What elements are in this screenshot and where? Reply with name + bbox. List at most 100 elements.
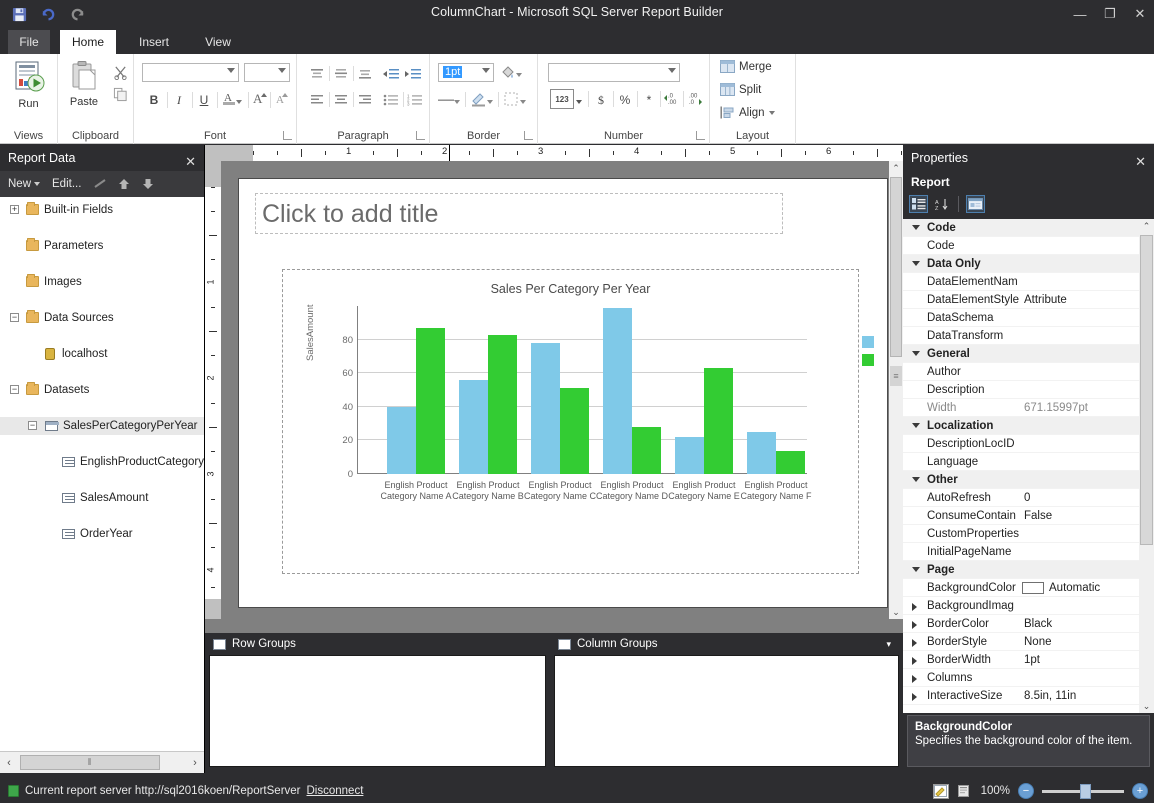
property-category-code[interactable]: Code (903, 219, 1139, 237)
move-up-icon[interactable] (117, 177, 131, 191)
bar-series2-cat2[interactable] (488, 334, 517, 474)
thousands-button[interactable]: * (639, 90, 659, 110)
underline-button[interactable]: U (194, 90, 214, 110)
property-row-initialpagename[interactable]: InitialPageName (903, 543, 1139, 561)
tree-item-data-sources[interactable]: − Data Sources (0, 309, 204, 327)
column-groups-menu-icon[interactable]: ▾ (886, 639, 891, 650)
percent-button[interactable]: % (615, 90, 635, 110)
tree-item-field-englishproductcategoryname[interactable]: EnglishProductCategoryName (0, 453, 204, 471)
border-style-select[interactable]: 1pt (438, 63, 494, 82)
scroll-up-icon[interactable]: ⌃ (1139, 219, 1154, 233)
expander-icon[interactable]: − (28, 421, 37, 430)
close-button[interactable]: ✕ (1132, 6, 1148, 22)
scroll-down-icon[interactable]: ⌄ (1139, 699, 1154, 713)
property-row-dataelementstyle[interactable]: DataElementStyle Attribute (903, 291, 1139, 309)
scroll-left-icon[interactable]: ‹ (0, 752, 18, 773)
bar-series1-cat3[interactable] (531, 343, 560, 474)
tree-item-images[interactable]: Images (0, 273, 204, 291)
expander-icon[interactable]: − (10, 313, 19, 322)
number-chevron-down-icon[interactable] (575, 92, 583, 112)
bullet-list-button[interactable] (381, 90, 401, 110)
design-vertical-scrollbar[interactable]: ⌃ ≡ ⌄ (889, 161, 903, 619)
align-middle-button[interactable] (331, 64, 351, 84)
design-view-icon[interactable] (932, 783, 949, 799)
property-row-consumecontainerwhitespace[interactable]: ConsumeContain False (903, 507, 1139, 525)
move-down-icon[interactable] (141, 177, 155, 191)
property-value[interactable]: 8.5in, 11in (1024, 687, 1136, 705)
scroll-right-icon[interactable]: › (186, 752, 204, 773)
expander-icon[interactable] (912, 351, 920, 356)
property-row-backgroundimage[interactable]: BackgroundImag (903, 597, 1139, 615)
expander-icon[interactable] (912, 603, 917, 611)
alphabetical-icon[interactable]: AZ (932, 195, 951, 213)
property-row-autorefresh[interactable]: AutoRefresh 0 (903, 489, 1139, 507)
bar-series2-cat4[interactable] (632, 427, 661, 474)
expander-icon[interactable] (912, 621, 917, 629)
align-menu-button[interactable]: Align (720, 106, 775, 119)
border-dotted-icon[interactable] (501, 89, 521, 109)
property-row-datatransform[interactable]: DataTransform (903, 327, 1139, 345)
property-value[interactable]: Attribute (1024, 291, 1136, 309)
border-dialog-launcher[interactable] (524, 131, 533, 140)
property-row-interactivesize[interactable]: InteractiveSize 8.5in, 11in (903, 687, 1139, 705)
property-row-author[interactable]: Author (903, 363, 1139, 381)
color-swatch[interactable] (1022, 582, 1044, 594)
tab-file[interactable]: File (8, 30, 50, 54)
pencil-chevron-down-icon[interactable] (486, 92, 494, 112)
categorized-icon[interactable] (909, 195, 928, 213)
split-button[interactable]: Split (720, 83, 761, 96)
number-dialog-launcher[interactable] (696, 131, 705, 140)
expander-icon[interactable] (912, 675, 917, 683)
column-groups-body[interactable] (554, 655, 899, 767)
copy-icon[interactable] (110, 84, 130, 104)
number-format-button[interactable]: 123 (550, 89, 574, 109)
expander-icon[interactable] (912, 639, 917, 647)
expander-icon[interactable] (912, 225, 920, 230)
expander-icon[interactable] (912, 567, 920, 572)
report-data-horizontal-scrollbar[interactable]: ‹ ⦀ › (0, 751, 204, 773)
bar-series2-cat6[interactable] (776, 450, 805, 474)
tree-item-built-in-fields[interactable]: + Built-in Fields (0, 201, 204, 219)
bar-series1-cat6[interactable] (747, 432, 776, 474)
property-value[interactable]: Automatic (1049, 579, 1139, 597)
property-row-language[interactable]: Language (903, 453, 1139, 471)
scroll-thumb[interactable]: ⦀ (20, 755, 160, 770)
new-menu-button[interactable]: New (8, 178, 41, 190)
property-row-dataelementname[interactable]: DataElementNam (903, 273, 1139, 291)
tab-view[interactable]: View (190, 30, 246, 54)
bar-series1-cat1[interactable] (387, 406, 416, 474)
fill-chevron-down-icon[interactable] (515, 65, 523, 85)
scissors-icon[interactable] (110, 62, 130, 82)
report-page[interactable]: Click to add title Sales Per Category Pe… (238, 178, 888, 608)
property-pages-icon[interactable] (966, 195, 985, 213)
tree-item-datasets[interactable]: − Datasets (0, 381, 204, 399)
tree-item-localhost[interactable]: localhost (0, 345, 204, 363)
chart-control[interactable]: Sales Per Category Per Year 0 20 40 60 8… (282, 269, 874, 574)
tab-insert[interactable]: Insert (124, 30, 184, 54)
currency-button[interactable]: $ (591, 90, 611, 110)
property-category-data-only[interactable]: Data Only (903, 255, 1139, 273)
font-family-select[interactable] (142, 63, 239, 82)
italic-button[interactable]: I (169, 90, 189, 110)
property-row-borderwidth[interactable]: BorderWidth 1pt (903, 651, 1139, 669)
run-button[interactable]: Run (0, 60, 57, 110)
close-icon[interactable]: ✕ (185, 149, 196, 175)
font-size-select[interactable] (244, 63, 290, 82)
property-row-backgroundcolor[interactable]: BackgroundColor Automatic (903, 579, 1139, 597)
expander-icon[interactable] (912, 423, 920, 428)
increase-indent-button[interactable] (403, 64, 423, 84)
align-center-button[interactable] (331, 90, 351, 110)
tree-item-field-salesamount[interactable]: SalesAmount (0, 489, 204, 507)
property-value[interactable]: Black (1024, 615, 1136, 633)
property-row-width[interactable]: Width 671.15997pt (903, 399, 1139, 417)
scroll-thumb[interactable] (1140, 235, 1153, 545)
property-row-description[interactable]: Description (903, 381, 1139, 399)
expander-icon[interactable]: + (10, 205, 19, 214)
tree-item-dataset-salespercategoryperyear[interactable]: − SalesPerCategoryPerYear (0, 417, 204, 435)
zoom-out-button[interactable]: − (1018, 783, 1034, 799)
zoom-slider-thumb[interactable] (1080, 783, 1091, 799)
property-row-descriptionlocid[interactable]: DescriptionLocID (903, 435, 1139, 453)
shrink-font-button[interactable]: A (272, 88, 292, 108)
expander-icon[interactable]: − (10, 385, 19, 394)
align-right-button[interactable] (355, 90, 375, 110)
